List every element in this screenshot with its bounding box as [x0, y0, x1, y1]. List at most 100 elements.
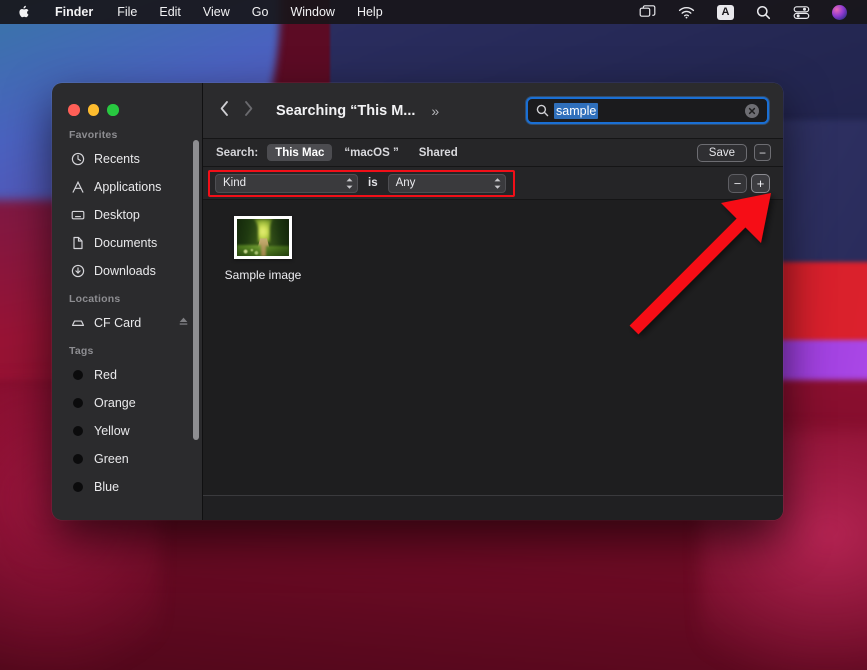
tag-dot-icon: [69, 370, 86, 380]
scope-tab-macos[interactable]: “macOS ”: [336, 144, 406, 161]
stepper-arrows-icon: [345, 177, 354, 190]
document-icon: [69, 236, 86, 250]
drive-icon: [69, 316, 86, 330]
filter-attribute-dropdown[interactable]: Kind: [215, 173, 358, 193]
sidebar-item-label: Red: [94, 368, 117, 382]
tag-dot-icon: [69, 398, 86, 408]
toolbar-overflow-chevron-icon[interactable]: »: [431, 103, 439, 119]
menu-item-view[interactable]: View: [192, 0, 241, 24]
window-controls: [68, 104, 119, 116]
sidebar-item-downloads[interactable]: Downloads: [52, 257, 202, 285]
sidebar-section-favorites-title: Favorites: [69, 129, 118, 141]
list-item[interactable]: Sample image: [215, 216, 311, 282]
wifi-icon[interactable]: [667, 6, 706, 19]
filter-attribute-value: Kind: [223, 177, 247, 189]
sidebar-item-label: Downloads: [94, 264, 156, 278]
finder-content-pane: Searching “This M... » sample Search: Th…: [202, 83, 783, 520]
sidebar-scrollbar[interactable]: [193, 140, 199, 440]
tag-dot-icon: [69, 454, 86, 464]
sidebar-item-desktop[interactable]: Desktop: [52, 201, 202, 229]
save-search-button[interactable]: Save: [696, 143, 747, 162]
finder-toolbar: Searching “This M... » sample: [203, 83, 783, 138]
clear-search-icon[interactable]: [745, 103, 759, 118]
add-filter-button[interactable]: +: [751, 173, 770, 193]
forward-button[interactable]: [243, 100, 254, 122]
filter-criterion-value: Any: [395, 177, 416, 189]
siri-orb: [832, 4, 847, 20]
page-title: Searching “This M...: [276, 102, 416, 119]
thumb-highlights: [242, 247, 260, 255]
download-circle-icon: [69, 264, 86, 278]
search-input[interactable]: sample: [526, 97, 769, 124]
sidebar-section-tags-title: Tags: [69, 345, 94, 357]
input-source-icon[interactable]: A: [706, 4, 745, 20]
search-results-area: Sample image: [203, 200, 783, 495]
remove-filter-button[interactable]: −: [728, 173, 747, 193]
filter-operator-label: is: [368, 177, 378, 189]
sidebar-item-tag-blue[interactable]: Blue: [52, 473, 202, 501]
remove-search-criteria-button[interactable]: −: [754, 144, 771, 161]
search-scope-bar: Search: This Mac “macOS ” Shared Save −: [203, 138, 783, 167]
sidebar-item-label: Yellow: [94, 424, 130, 438]
image-thumbnail: [234, 216, 292, 259]
sidebar-item-tag-green[interactable]: Green: [52, 445, 202, 473]
sidebar-section-locations-title: Locations: [69, 293, 121, 305]
menu-item-window[interactable]: Window: [279, 0, 345, 24]
sidebar-item-label: Documents: [94, 236, 158, 250]
maximize-button[interactable]: [107, 104, 119, 116]
filter-row-actions: − +: [728, 173, 770, 193]
spotlight-search-icon[interactable]: [745, 5, 782, 20]
stepper-arrows-icon: [493, 177, 502, 190]
sidebar-item-label: CF Card: [94, 316, 142, 330]
menu-item-file[interactable]: File: [106, 0, 148, 24]
scope-label: Search:: [216, 146, 259, 159]
thumb-grass-right: [266, 246, 289, 256]
thumbnail-preview: [237, 219, 289, 256]
navigation-buttons: [219, 100, 254, 122]
sidebar-item-documents[interactable]: Documents: [52, 229, 202, 257]
sidebar-item-recents[interactable]: Recents: [52, 145, 202, 173]
sidebar-item-tag-yellow[interactable]: Yellow: [52, 417, 202, 445]
sidebar-item-tag-orange[interactable]: Orange: [52, 389, 202, 417]
finder-sidebar: Favorites Recents Applications Desktop D…: [52, 83, 202, 520]
menu-item-edit[interactable]: Edit: [148, 0, 192, 24]
desktop-icon: [69, 208, 86, 222]
screen-mirroring-icon[interactable]: [628, 4, 667, 20]
scope-tab-shared[interactable]: Shared: [411, 144, 466, 161]
filter-criterion-dropdown[interactable]: Any: [387, 173, 506, 193]
tag-dot-icon: [69, 426, 86, 436]
scope-tab-this-mac[interactable]: This Mac: [267, 144, 333, 161]
close-button[interactable]: [68, 104, 80, 116]
menu-item-help[interactable]: Help: [346, 0, 394, 24]
menu-item-go[interactable]: Go: [241, 0, 280, 24]
input-source-letter: A: [717, 4, 734, 20]
back-button[interactable]: [219, 100, 230, 122]
finder-status-bar: [203, 495, 783, 520]
sidebar-item-cf-card[interactable]: CF Card: [52, 309, 202, 337]
sidebar-item-label: Applications: [94, 180, 162, 194]
search-input-value: sample: [554, 102, 599, 119]
apple-logo-icon[interactable]: [0, 5, 43, 20]
sidebar-item-label: Orange: [94, 396, 136, 410]
sidebar-item-tag-red[interactable]: Red: [52, 361, 202, 389]
menu-bar-status-icons: A: [628, 4, 867, 20]
search-icon: [536, 104, 549, 117]
clock-icon: [69, 152, 86, 166]
menu-item-finder[interactable]: Finder: [43, 0, 106, 24]
sidebar-item-label: Blue: [94, 480, 120, 494]
control-center-icon[interactable]: [782, 5, 821, 20]
search-filter-row: Kind is Any − +: [203, 167, 783, 200]
scope-bar-actions: Save −: [696, 143, 771, 162]
list-item-label: Sample image: [224, 268, 302, 282]
menu-bar-items: Finder File Edit View Go Window Help: [0, 0, 394, 24]
menu-bar: Finder File Edit View Go Window Help A: [0, 0, 867, 24]
sidebar-item-label: Desktop: [94, 208, 140, 222]
siri-icon[interactable]: [821, 4, 858, 20]
eject-icon[interactable]: [178, 316, 189, 330]
tag-dot-icon: [69, 482, 86, 492]
sidebar-item-label: Recents: [94, 152, 140, 166]
search-field-wrapper: sample: [526, 97, 769, 124]
sidebar-item-applications[interactable]: Applications: [52, 173, 202, 201]
minimize-button[interactable]: [87, 104, 99, 116]
sidebar-item-label: Green: [94, 452, 129, 466]
